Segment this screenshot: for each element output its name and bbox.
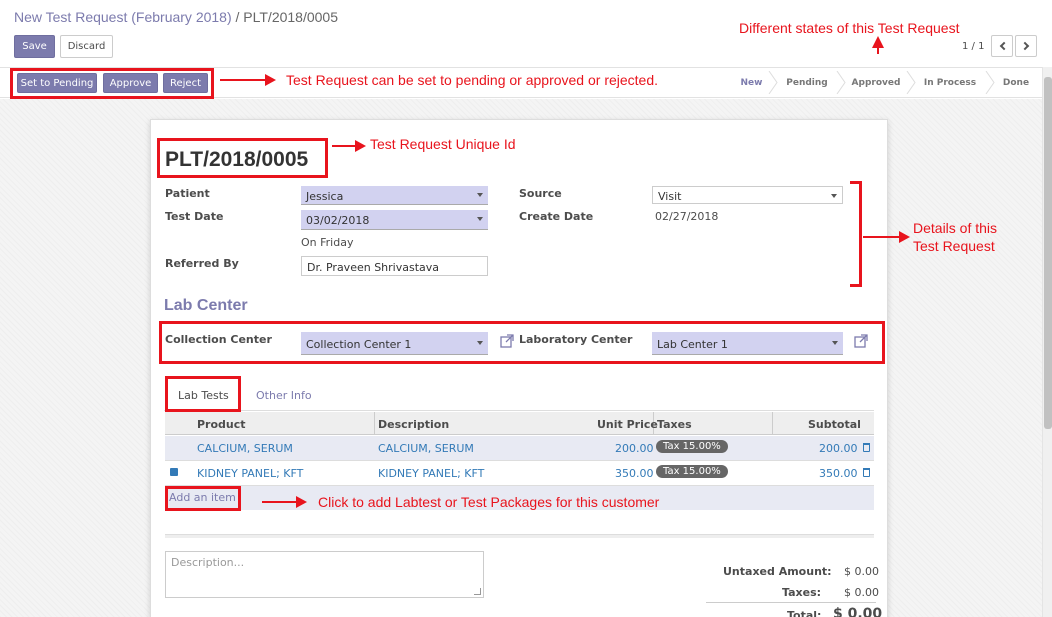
status-done[interactable]: Done — [996, 71, 1036, 94]
row-subtotal: 350.00 — [819, 467, 858, 480]
taxes-label: Taxes: — [782, 586, 822, 599]
tax-badge: Tax 15.00% — [656, 465, 728, 478]
annotation-arrow-up-stem — [877, 46, 879, 54]
annotation-arrow-add-item — [262, 496, 307, 508]
status-approved[interactable]: Approved — [846, 71, 906, 94]
pager-value: 1 / 1 — [962, 41, 985, 52]
breadcrumb-current: PLT/2018/0005 — [243, 9, 339, 25]
total-label: Total: — [787, 609, 822, 617]
breadcrumb-parent[interactable]: New Test Request (February 2018) — [14, 9, 232, 25]
discard-button[interactable]: Discard — [60, 35, 113, 58]
annotation-bracket-details — [850, 181, 862, 287]
chevron-down-icon — [477, 217, 483, 221]
annotation-add-item: Click to add Labtest or Test Packages fo… — [318, 494, 660, 510]
status-new[interactable]: New — [731, 71, 772, 94]
source-value: Visit — [658, 190, 682, 203]
referred-by-input[interactable]: Dr. Praveen Shrivastava — [301, 256, 488, 276]
pager-prev-button[interactable] — [991, 35, 1013, 57]
source-select[interactable]: Visit — [652, 186, 843, 204]
total-value: $ 0.00 — [833, 606, 883, 617]
row-unit-price: 350.00 — [615, 467, 654, 480]
patient-label: Patient — [165, 187, 210, 200]
test-date-input[interactable]: 03/02/2018 — [301, 210, 488, 230]
test-day: On Friday — [301, 236, 354, 249]
col-unit-price[interactable]: Unit Price — [597, 418, 658, 431]
taxes-value: $ 0.00 — [844, 586, 879, 599]
col-product[interactable]: Product — [197, 418, 246, 431]
annotation-arrow-details — [863, 231, 910, 243]
annotation-title: Test Request Unique Id — [370, 136, 516, 152]
row-subtotal: 200.00 — [819, 442, 858, 455]
status-separator — [768, 71, 778, 94]
test-date-value: 03/02/2018 — [306, 214, 370, 227]
trash-icon[interactable] — [863, 443, 870, 452]
annotation-box-title — [157, 138, 328, 178]
status-separator — [836, 71, 846, 94]
referred-by-label: Referred By — [165, 257, 239, 270]
row-product: CALCIUM, SERUM — [197, 442, 293, 455]
create-date-label: Create Date — [519, 210, 594, 223]
chevron-right-icon — [1020, 41, 1029, 51]
patient-select[interactable]: Jessica — [301, 186, 488, 205]
status-pending[interactable]: Pending — [779, 71, 835, 94]
table-col-divider — [772, 412, 773, 435]
annotation-details-line1: Details of this — [913, 220, 998, 236]
table-col-divider — [374, 412, 375, 435]
table-header — [165, 412, 874, 435]
test-date-label: Test Date — [165, 210, 224, 223]
untaxed-amount-label: Untaxed Amount: — [723, 565, 832, 578]
briefcase-icon — [170, 468, 178, 476]
patient-value: Jessica — [306, 190, 344, 203]
chevron-down-icon — [831, 194, 837, 198]
annotation-states: Different states of this Test Request — [739, 20, 960, 36]
description-placeholder: Description... — [171, 556, 245, 569]
referred-by-value: Dr. Praveen Shrivastava — [307, 261, 440, 274]
totals-divider — [706, 602, 876, 603]
annotation-arrow-title — [332, 140, 366, 152]
row-description: KIDNEY PANEL; KFT — [378, 467, 485, 480]
status-in-process[interactable]: In Process — [916, 71, 984, 94]
breadcrumb: New Test Request (February 2018) / PLT/2… — [14, 9, 338, 25]
col-taxes[interactable]: Taxes — [657, 418, 692, 431]
annotation-arrow-actions — [220, 74, 276, 86]
scrollbar-thumb[interactable] — [1044, 77, 1052, 429]
annotation-box-actions — [10, 68, 214, 99]
annotation-box-tab — [165, 376, 241, 412]
row-description: CALCIUM, SERUM — [378, 442, 474, 455]
save-button[interactable]: Save — [14, 35, 55, 58]
annotation-actions: Test Request can be set to pending or ap… — [286, 72, 659, 88]
description-textarea[interactable]: Description... — [165, 551, 484, 598]
annotation-box-add-item — [165, 486, 241, 511]
trash-icon[interactable] — [863, 468, 870, 477]
col-subtotal[interactable]: Subtotal — [808, 418, 861, 431]
source-label: Source — [519, 187, 562, 200]
resize-handle-icon[interactable] — [474, 588, 481, 595]
col-description[interactable]: Description — [378, 418, 449, 431]
tabs-underline — [164, 410, 874, 411]
status-separator — [906, 71, 916, 94]
chevron-down-icon — [477, 193, 483, 197]
pager-next-button[interactable] — [1015, 35, 1037, 57]
tab-other-info[interactable]: Other Info — [256, 389, 312, 402]
chevron-left-icon — [999, 41, 1008, 51]
section-title-lab-center: Lab Center — [164, 297, 248, 314]
table-footer-divider — [165, 534, 874, 538]
breadcrumb-separator: / — [231, 9, 244, 25]
row-product: KIDNEY PANEL; KFT — [197, 467, 304, 480]
status-separator — [985, 71, 995, 94]
create-date-value: 02/27/2018 — [655, 210, 719, 223]
scrollbar[interactable] — [1042, 67, 1052, 617]
row-unit-price: 200.00 — [615, 442, 654, 455]
tax-badge: Tax 15.00% — [656, 440, 728, 453]
untaxed-amount-value: $ 0.00 — [844, 565, 879, 578]
annotation-box-lab-center — [159, 321, 885, 364]
annotation-details-line2: Test Request — [913, 238, 995, 254]
